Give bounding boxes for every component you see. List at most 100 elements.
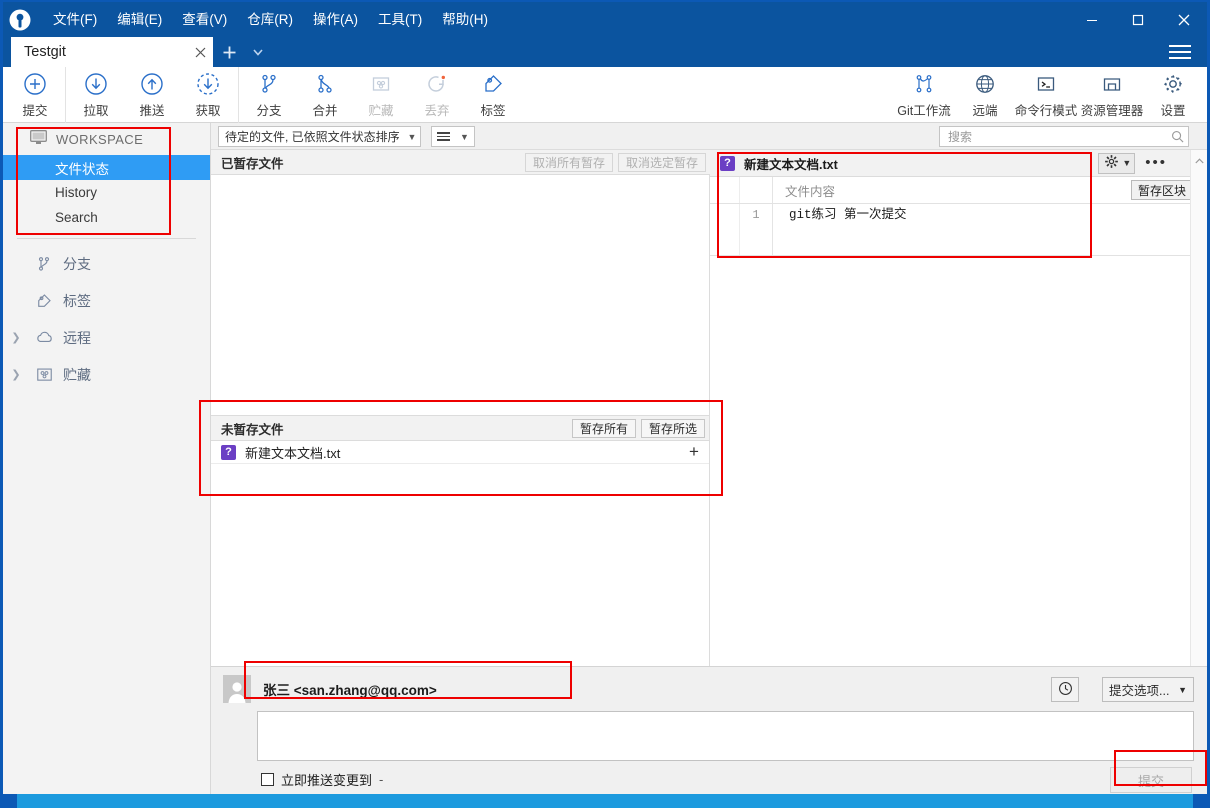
plus-icon[interactable]: + — [685, 443, 703, 460]
file-name: 新建文本文档.txt — [245, 445, 341, 461]
tag-icon — [29, 292, 59, 310]
sidebar-section-label: 远程 — [63, 329, 91, 346]
staged-files-list[interactable] — [211, 175, 710, 415]
toolbar-fetch-button[interactable]: 获取 — [180, 67, 236, 123]
unstage-all-button[interactable]: 取消所有暂存 — [524, 152, 613, 172]
toolbar-terminal-button[interactable]: 命令行模式 — [1013, 67, 1079, 123]
stage-all-button[interactable]: 暂存所有 — [571, 418, 636, 438]
toolbar-divider — [238, 67, 239, 123]
chevron-down-icon: ▼ — [407, 131, 417, 142]
commit-author-name: 张三 — [263, 683, 290, 698]
unstage-selected-button[interactable]: 取消选定暂存 — [617, 152, 706, 172]
diff-lines[interactable]: 1 git练习 第一次提交 — [710, 204, 1207, 256]
sidebar-section-remotes[interactable]: ❯ 远程 — [3, 319, 210, 356]
plus-circle-icon — [23, 71, 47, 97]
gitflow-icon — [912, 71, 936, 97]
branch-icon — [29, 255, 59, 273]
stage-selected-button[interactable]: 暂存所选 — [640, 418, 705, 438]
status-badge: ? — [720, 155, 735, 171]
commit-author[interactable]: 张三 <san.zhang@qq.com> — [263, 679, 437, 699]
toolbar-stash-label: 贮藏 — [368, 104, 394, 118]
hamburger-icon[interactable] — [1169, 43, 1191, 61]
diff-settings-button[interactable]: ▼ — [1098, 152, 1136, 174]
menu-help[interactable]: 帮助(H) — [432, 7, 498, 33]
chevron-down-icon[interactable] — [248, 41, 268, 63]
diff-line-number: 1 — [740, 204, 773, 226]
commit-button[interactable]: 提交 — [1110, 767, 1192, 793]
sidebar-divider — [17, 238, 196, 239]
toolbar-settings-label: 设置 — [1160, 104, 1186, 118]
toolbar-divider — [65, 67, 66, 123]
branch-icon — [257, 71, 281, 97]
main-toolbar: 提交 拉取 推送 获取 分支 合并 贮藏 丢弃 标签 Git工作流 远端 命令行… — [3, 67, 1207, 123]
status-bar-edge-left — [3, 794, 17, 808]
toolbar-commit-button[interactable]: 提交 — [7, 67, 63, 123]
search-input[interactable]: 搜索 — [939, 126, 1189, 147]
minimize-icon[interactable] — [1069, 2, 1115, 37]
commit-history-button[interactable] — [1051, 677, 1079, 702]
sidebar-section-stashes[interactable]: ❯ 贮藏 — [3, 356, 210, 393]
stage-hunk-button[interactable]: 暂存区块 — [1130, 180, 1193, 200]
view-mode-dropdown[interactable]: ▼ — [431, 126, 475, 147]
sidebar-section-tags[interactable]: 标签 — [3, 282, 210, 319]
push-changes-checkbox[interactable] — [261, 773, 274, 786]
toolbar-gitflow-button[interactable]: Git工作流 — [891, 67, 957, 123]
close-icon[interactable] — [1161, 2, 1207, 37]
diff-line-number-blank — [740, 226, 773, 255]
menu-edit[interactable]: 编辑(E) — [107, 7, 172, 33]
tab-testgit[interactable]: Testgit — [11, 37, 213, 67]
plus-icon[interactable] — [217, 41, 241, 63]
fetch-dashed-circle-icon — [196, 71, 220, 97]
diff-subheader: 文件内容 暂存区块 — [710, 177, 1207, 204]
sidebar-item-search[interactable]: Search — [3, 205, 210, 230]
menu-actions[interactable]: 操作(A) — [303, 7, 368, 33]
sidebar-item-label: 文件状态 — [55, 161, 109, 177]
menu-file[interactable]: 文件(F) — [43, 7, 107, 33]
toolbar-settings-button[interactable]: 设置 — [1145, 67, 1201, 123]
chevron-down-icon: ▼ — [460, 131, 469, 142]
commit-options-label: 提交选项... — [1109, 684, 1170, 698]
sidebar-workspace-header[interactable]: WORKSPACE — [3, 123, 210, 155]
commit-message-input[interactable] — [257, 711, 1194, 761]
toolbar-tag-label: 标签 — [480, 104, 506, 118]
sidebar-section-branches[interactable]: 分支 — [3, 245, 210, 282]
chevron-up-icon[interactable] — [1191, 152, 1207, 169]
maximize-icon[interactable] — [1115, 2, 1161, 37]
toolbar-branch-button[interactable]: 分支 — [241, 67, 297, 123]
chevron-right-icon[interactable]: ❯ — [3, 368, 29, 381]
gear-icon — [1104, 154, 1119, 172]
status-bar-edge-right — [1193, 794, 1207, 808]
sidebar-item-label: History — [55, 185, 98, 200]
toolbar-stash-button[interactable]: 贮藏 — [353, 67, 409, 123]
folder-explorer-icon — [1100, 71, 1124, 97]
menu-bar: 文件(F) 编辑(E) 查看(V) 仓库(R) 操作(A) 工具(T) 帮助(H… — [43, 2, 498, 37]
diff-line-gutter — [710, 226, 740, 255]
toolbar-discard-button[interactable]: 丢弃 — [409, 67, 465, 123]
unstaged-files-list[interactable]: ? 新建文本文档.txt + — [211, 441, 709, 464]
toolbar-commit-label: 提交 — [22, 104, 48, 118]
menu-view[interactable]: 查看(V) — [172, 7, 237, 33]
menu-tools[interactable]: 工具(T) — [368, 7, 432, 33]
commit-options-button[interactable]: 提交选项... ▼ — [1102, 677, 1194, 702]
push-changes-checkbox-row[interactable]: 立即推送变更到 - — [261, 770, 383, 789]
push-changes-label: 立即推送变更到 — [281, 773, 373, 788]
sidebar-item-history[interactable]: History — [3, 180, 210, 205]
diff-file-name: 新建文本文档.txt — [744, 157, 838, 172]
menu-repository[interactable]: 仓库(R) — [237, 7, 303, 33]
toolbar-tag-button[interactable]: 标签 — [465, 67, 521, 123]
gear-icon — [1161, 71, 1185, 97]
sidebar-workspace-label: WORKSPACE — [56, 131, 144, 147]
chevron-right-icon[interactable]: ❯ — [3, 331, 29, 344]
tab-label: Testgit — [24, 44, 66, 60]
list-item[interactable]: ? 新建文本文档.txt + — [211, 441, 709, 464]
file-sort-dropdown[interactable]: 待定的文件, 已依照文件状态排序 ▼ — [218, 126, 421, 147]
toolbar-merge-button[interactable]: 合并 — [297, 67, 353, 123]
toolbar-push-button[interactable]: 推送 — [124, 67, 180, 123]
search-placeholder: 搜索 — [948, 130, 973, 144]
more-dots-icon[interactable]: ••• — [1135, 155, 1177, 170]
toolbar-pull-button[interactable]: 拉取 — [68, 67, 124, 123]
sidebar-item-file-status[interactable]: 文件状态 — [3, 155, 210, 180]
toolbar-remote-button[interactable]: 远端 — [957, 67, 1013, 123]
close-icon[interactable] — [187, 37, 213, 67]
toolbar-explorer-button[interactable]: 资源管理器 — [1079, 67, 1145, 123]
